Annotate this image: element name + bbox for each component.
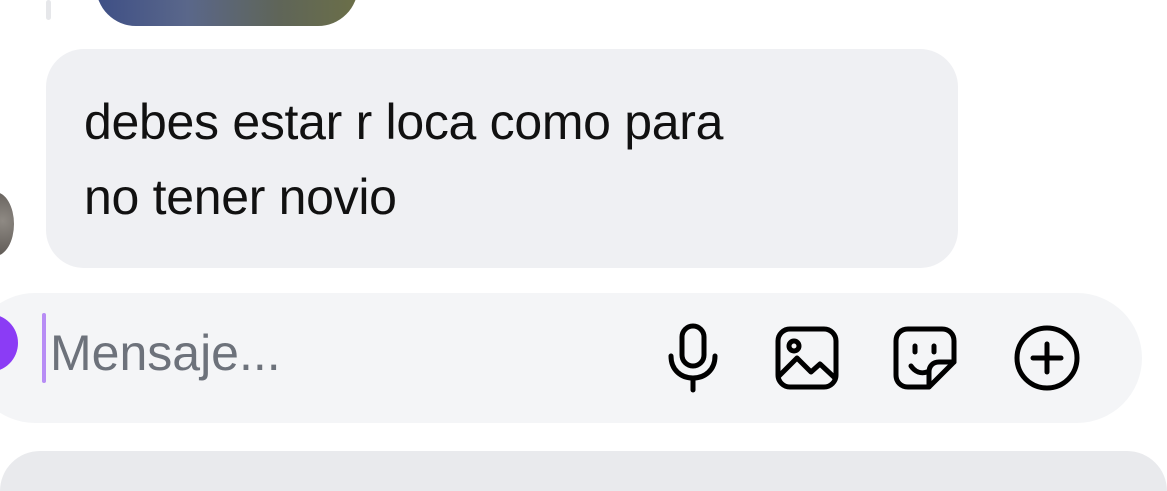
media-thumbnail[interactable]: [96, 0, 358, 26]
reply-thread-line: [46, 0, 51, 20]
gallery-icon: [775, 326, 839, 390]
message-input[interactable]: [50, 318, 610, 388]
microphone-button[interactable]: [657, 322, 729, 394]
add-button[interactable]: [1011, 322, 1083, 394]
microphone-icon: [668, 323, 718, 393]
add-circle-icon: [1014, 325, 1080, 391]
sticker-button[interactable]: [889, 322, 961, 394]
received-message-bubble[interactable]: debes estar r loca como para no tener no…: [46, 49, 958, 268]
text-caret: [42, 313, 46, 383]
sender-avatar[interactable]: [0, 190, 16, 258]
bottom-bar: [0, 451, 1167, 491]
message-text: debes estar r loca como para no tener no…: [84, 94, 724, 225]
sticker-icon: [893, 326, 957, 390]
gallery-button[interactable]: [771, 322, 843, 394]
